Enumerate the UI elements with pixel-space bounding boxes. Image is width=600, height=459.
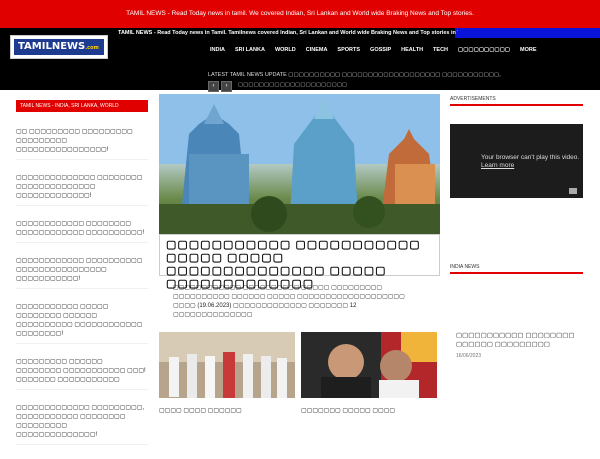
- india-news-item[interactable]: ▢▢▢▢▢▢▢▢▢▢▢ ▢▢▢▢▢▢▢▢ ▢▢▢▢▢▢ ▢▢▢▢▢▢▢▢▢ 16…: [450, 331, 583, 359]
- site-header: TAMILNEWS.com TAMIL NEWS - Read Today ne…: [0, 28, 600, 92]
- advertisements-heading: ADVERTISEMENTS: [450, 96, 583, 106]
- list-item[interactable]: ▢▢▢▢▢▢▢▢▢ ▢▢▢▢▢▢ ▢▢▢▢▢▢▢▢ ▢▢▢▢▢▢▢▢▢▢▢ ▢▢…: [16, 358, 148, 390]
- left-sidebar-heading: TAMIL NEWS - INDIA, SRI LANKA, WORLD: [16, 100, 148, 112]
- left-sidebar: TAMIL NEWS - INDIA, SRI LANKA, WORLD ▢▢ …: [16, 100, 148, 459]
- ticker-controls: ‹ ›: [208, 81, 232, 92]
- site-logo[interactable]: TAMILNEWS.com: [10, 35, 108, 59]
- hero-image[interactable]: [159, 94, 440, 234]
- top-banner-text: TAMIL NEWS - Read Today news in tamil. W…: [126, 10, 474, 17]
- site-tagline: TAMIL NEWS - Read Today news in Tamil. T…: [118, 30, 458, 36]
- india-news-date: 16/06/2023: [456, 353, 482, 359]
- news-cards: ▢▢▢▢ ▢▢▢▢ ▢▢▢▢▢▢ ▢▢▢▢▢▢▢ ▢▢▢▢▢ ▢▢▢▢: [159, 332, 440, 414]
- list-item[interactable]: ▢▢▢▢▢▢▢▢▢▢▢▢ ▢▢▢▢▢▢▢▢ ▢▢▢▢▢▢▢▢▢▢▢▢ ▢▢▢▢▢…: [16, 220, 148, 243]
- nav-item-tech[interactable]: TECH: [428, 42, 453, 58]
- right-sidebar: ADVERTISEMENTS Your browser can't play t…: [450, 96, 583, 359]
- ticker-next-button[interactable]: ›: [221, 81, 232, 92]
- header-accent-bar: [455, 28, 600, 38]
- news-ticker[interactable]: LATEST TAMIL NEWS UPDATE ▢▢▢▢▢▢▢▢▢▢ ▢▢▢▢…: [208, 72, 501, 78]
- nav-item-india[interactable]: INDIA: [205, 42, 230, 58]
- india-news-title[interactable]: ▢▢▢▢▢▢▢▢▢▢▢ ▢▢▢▢▢▢▢▢ ▢▢▢▢▢▢ ▢▢▢▢▢▢▢▢▢: [456, 331, 583, 349]
- hero-title-box[interactable]: ▢▢▢▢▢▢▢▢▢▢▢ ▢▢▢▢▢▢▢▢▢▢▢ ▢▢▢▢▢ ▢▢▢▢▢ ▢▢▢▢…: [159, 234, 440, 290]
- main-content: ▢▢▢▢▢▢▢▢▢▢▢ ▢▢▢▢▢▢▢▢▢▢▢ ▢▢▢▢▢ ▢▢▢▢▢ ▢▢▢▢…: [159, 94, 440, 414]
- card-title[interactable]: ▢▢▢▢ ▢▢▢▢ ▢▢▢▢▢▢: [159, 407, 295, 414]
- nav-item-sports[interactable]: SPORTS: [332, 42, 365, 58]
- logo-suffix: .com: [85, 45, 99, 51]
- learn-more-link[interactable]: Learn more: [481, 162, 514, 169]
- list-item[interactable]: ▢▢▢▢▢▢▢▢▢▢▢▢▢ ▢▢▢▢▢▢▢▢▢, ▢▢▢▢▢▢▢▢▢▢▢ ▢▢▢…: [16, 404, 148, 445]
- card-title[interactable]: ▢▢▢▢▢▢▢ ▢▢▢▢▢ ▢▢▢▢: [301, 407, 437, 414]
- nav-item-health[interactable]: HEALTH: [396, 42, 428, 58]
- video-error-message: Your browser can't play this video. Lear…: [481, 154, 579, 170]
- video-error-text: Your browser can't play this video.: [481, 154, 580, 161]
- hero-excerpt: ▢▢▢▢▢▢▢▢▢▢▢▢ ▢▢▢▢▢▢▢▢▢▢ ▢▢▢▢▢ ▢▢▢▢▢▢▢▢▢ …: [173, 285, 405, 318]
- ticker-prev-button[interactable]: ‹: [208, 81, 219, 92]
- list-item[interactable]: ▢▢▢▢▢▢▢▢▢▢▢▢▢▢ ▢▢▢▢▢▢▢▢ ▢▢▢▢▢▢▢▢▢▢▢▢▢▢ ▢…: [16, 174, 148, 206]
- card-image: [159, 332, 295, 398]
- nav-item-world[interactable]: WORLD: [270, 42, 301, 58]
- nav-item-gossip[interactable]: GOSSIP: [365, 42, 396, 58]
- news-card[interactable]: ▢▢▢▢▢▢▢ ▢▢▢▢▢ ▢▢▢▢: [301, 332, 437, 414]
- temple-illustration: [159, 94, 440, 234]
- video-player[interactable]: Your browser can't play this video. Lear…: [450, 124, 583, 198]
- card-image: [301, 332, 437, 398]
- list-item[interactable]: ▢▢ ▢▢▢▢▢▢▢▢▢ ▢▢▢▢▢▢▢▢▢ ▢▢▢▢▢▢▢▢▢ ▢▢▢▢▢▢▢…: [16, 128, 148, 160]
- news-card[interactable]: ▢▢▢▢ ▢▢▢▢ ▢▢▢▢▢▢: [159, 332, 295, 414]
- india-news-heading: INDIA NEWS: [450, 264, 583, 274]
- left-news-list: ▢▢ ▢▢▢▢▢▢▢▢▢ ▢▢▢▢▢▢▢▢▢ ▢▢▢▢▢▢▢▢▢ ▢▢▢▢▢▢▢…: [16, 128, 148, 445]
- top-banner: TAMIL NEWS - Read Today news in tamil. W…: [0, 0, 600, 28]
- nav-item-sri-lanka[interactable]: SRI LANKA: [230, 42, 270, 58]
- ticker-headline[interactable]: ▢▢▢▢▢▢▢▢▢▢▢▢▢▢▢▢▢▢▢▢▢: [238, 82, 347, 88]
- nav-item-more[interactable]: MORE: [515, 42, 542, 58]
- main-nav: INDIA SRI LANKA WORLD CINEMA SPORTS GOSS…: [205, 42, 542, 58]
- logo-mark: TAMILNEWS.com: [14, 39, 104, 55]
- nav-item-cinema[interactable]: CINEMA: [301, 42, 333, 58]
- video-logo-icon: [569, 188, 577, 194]
- list-item[interactable]: ▢▢▢▢▢▢▢▢▢▢▢ ▢▢▢▢▢ ▢▢▢▢▢▢▢▢ ▢▢▢▢▢▢ ▢▢▢▢▢▢…: [16, 303, 148, 344]
- nav-item-tamil[interactable]: ▢▢▢▢▢▢▢▢▢▢: [453, 42, 515, 58]
- logo-text: TAMILNEWS: [18, 41, 86, 52]
- list-item[interactable]: ▢▢▢▢▢▢▢▢▢▢▢▢ ▢▢▢▢▢▢▢▢▢▢ ▢▢▢▢▢▢▢▢▢▢▢▢▢▢▢▢…: [16, 257, 148, 289]
